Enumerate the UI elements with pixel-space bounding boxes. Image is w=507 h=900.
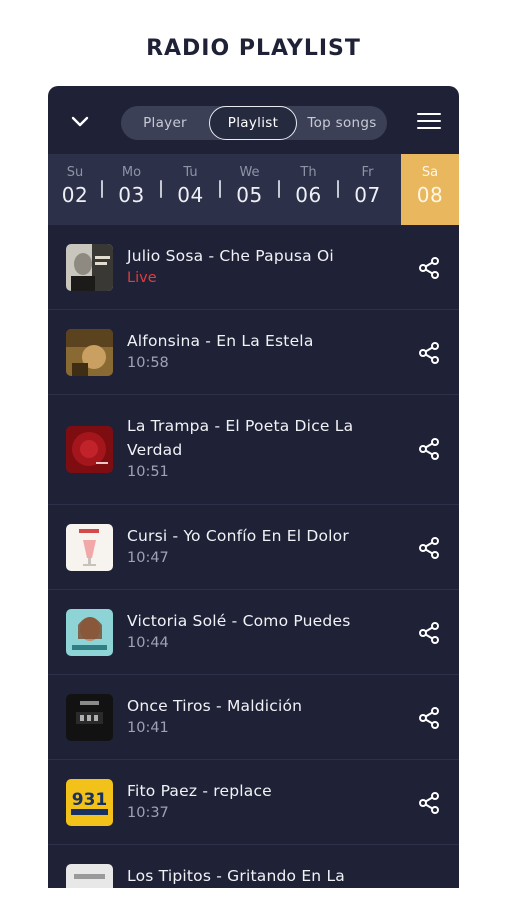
day-tu[interactable]: Tu 04 bbox=[160, 154, 220, 225]
song-time: 10:44 bbox=[127, 635, 169, 651]
live-badge: Live bbox=[127, 270, 157, 286]
tab-playlist[interactable]: Playlist bbox=[209, 106, 297, 140]
song-title: Julio Sosa - Che Papusa Oi bbox=[127, 247, 334, 265]
playlist-panel: Player Playlist Top songs Su 02 Mo 03 Tu… bbox=[48, 86, 459, 888]
day-selector: Su 02 Mo 03 Tu 04 We 05 Th 06 Fr 07 Sa 0… bbox=[48, 154, 459, 225]
song-title: Cursi - Yo Confío En El Dolor bbox=[127, 527, 349, 545]
song-info: Los Tipitos - Gritando En La bbox=[127, 864, 387, 888]
view-switcher: Player Playlist Top songs bbox=[121, 106, 387, 140]
song-info: Cursi - Yo Confío En El Dolor 10:47 bbox=[127, 524, 387, 566]
chevron-down-icon[interactable] bbox=[68, 110, 92, 134]
song-title: Alfonsina - En La Estela bbox=[127, 332, 314, 350]
song-time: 10:37 bbox=[127, 805, 169, 821]
share-icon[interactable] bbox=[417, 256, 441, 280]
day-separator bbox=[337, 180, 339, 198]
list-item[interactable]: Los Tipitos - Gritando En La bbox=[48, 845, 459, 888]
day-separator bbox=[219, 180, 221, 198]
day-su[interactable]: Su 02 bbox=[48, 154, 102, 225]
song-time: 10:47 bbox=[127, 550, 169, 566]
song-title: Fito Paez - replace bbox=[127, 782, 272, 800]
page-title: RADIO PLAYLIST bbox=[146, 36, 361, 61]
list-item[interactable]: Cursi - Yo Confío En El Dolor 10:47 bbox=[48, 505, 459, 590]
list-item[interactable]: La Trampa - El Poeta Dice La Verdad 10:5… bbox=[48, 395, 459, 505]
menu-icon[interactable] bbox=[417, 110, 441, 132]
album-art bbox=[66, 329, 113, 376]
share-icon[interactable] bbox=[417, 536, 441, 560]
share-icon[interactable] bbox=[417, 621, 441, 645]
song-title: Los Tipitos - Gritando En La bbox=[127, 867, 345, 885]
album-art bbox=[66, 524, 113, 571]
song-title: Once Tiros - Maldición bbox=[127, 697, 303, 715]
album-art: 931 bbox=[66, 779, 113, 826]
day-sa-selected[interactable]: Sa 08 bbox=[401, 154, 459, 225]
album-art bbox=[66, 244, 113, 291]
tab-player[interactable]: Player bbox=[121, 106, 209, 140]
song-title: La Trampa - El Poeta Dice La Verdad bbox=[127, 417, 354, 459]
day-separator bbox=[101, 180, 103, 198]
svg-text:931: 931 bbox=[72, 790, 108, 810]
song-info: Alfonsina - En La Estela 10:58 bbox=[127, 329, 387, 371]
share-icon[interactable] bbox=[417, 791, 441, 815]
day-separator bbox=[278, 180, 280, 198]
list-item[interactable]: Alfonsina - En La Estela 10:58 bbox=[48, 310, 459, 395]
day-we[interactable]: We 05 bbox=[219, 154, 279, 225]
song-info: Once Tiros - Maldición 10:41 bbox=[127, 694, 387, 736]
song-list: Julio Sosa - Che Papusa Oi Live Alfonsin… bbox=[48, 225, 459, 888]
song-time: 10:41 bbox=[127, 720, 169, 736]
song-time: 10:51 bbox=[127, 464, 169, 480]
song-info: Victoria Solé - Como Puedes 10:44 bbox=[127, 609, 387, 651]
list-item[interactable]: Victoria Solé - Como Puedes 10:44 bbox=[48, 590, 459, 675]
song-time: 10:58 bbox=[127, 355, 169, 371]
day-mo[interactable]: Mo 03 bbox=[101, 154, 161, 225]
day-th[interactable]: Th 06 bbox=[278, 154, 338, 225]
song-info: Julio Sosa - Che Papusa Oi Live bbox=[127, 244, 387, 286]
list-item[interactable]: 931 Fito Paez - replace 10:37 bbox=[48, 760, 459, 845]
day-fr[interactable]: Fr 07 bbox=[337, 154, 397, 225]
song-info: La Trampa - El Poeta Dice La Verdad 10:5… bbox=[127, 414, 387, 480]
song-title: Victoria Solé - Como Puedes bbox=[127, 612, 351, 630]
share-icon[interactable] bbox=[417, 341, 441, 365]
album-art bbox=[66, 609, 113, 656]
day-separator bbox=[160, 180, 162, 198]
tab-top-songs[interactable]: Top songs bbox=[297, 106, 387, 140]
top-bar: Player Playlist Top songs bbox=[48, 86, 459, 154]
song-info: Fito Paez - replace 10:37 bbox=[127, 779, 387, 821]
album-art bbox=[66, 426, 113, 473]
album-art bbox=[66, 864, 113, 888]
list-item[interactable]: Julio Sosa - Che Papusa Oi Live bbox=[48, 225, 459, 310]
share-icon[interactable] bbox=[417, 706, 441, 730]
share-icon[interactable] bbox=[417, 437, 441, 461]
album-art bbox=[66, 694, 113, 741]
list-item[interactable]: Once Tiros - Maldición 10:41 bbox=[48, 675, 459, 760]
